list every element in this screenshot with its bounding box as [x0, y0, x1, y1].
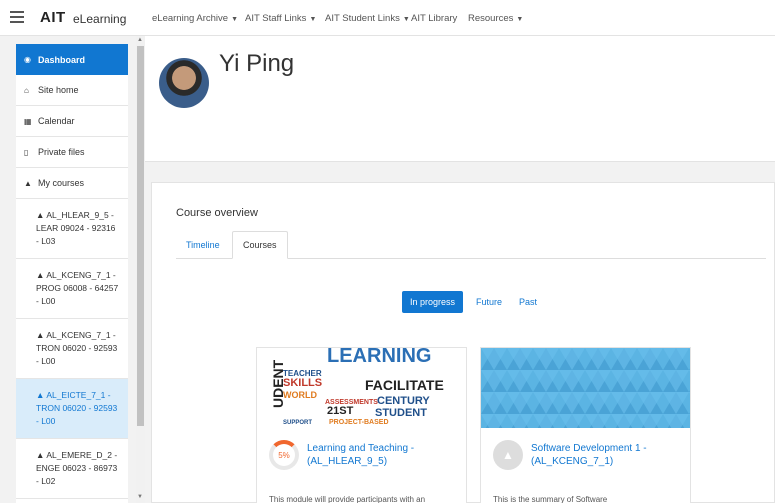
drawer-course-item[interactable]: ▲ AL_EMERE_D_2 - ENGE 06023 - 86973 - L0… — [16, 439, 128, 499]
drawer-course-item[interactable]: ▲ AL_HLEAR_9_5 - LEAR 09024 - 92316 - L0… — [16, 199, 128, 259]
calendar-icon: ▦ — [24, 116, 32, 126]
drawer-course-item[interactable]: ▲ AL_EICTE_7_1 - TRON 06020 - 92593 - L0… — [16, 379, 128, 439]
course-overview-block: Course overview Timeline Courses In prog… — [151, 182, 775, 503]
graduation-cap-icon: ▲ — [36, 450, 47, 460]
dashboard-icon: ◉ — [24, 55, 31, 64]
graduation-cap-icon: ▲ — [36, 270, 47, 280]
scrollbar-thumb[interactable] — [137, 46, 144, 426]
home-icon: ⌂ — [24, 85, 29, 95]
drawer-course-item[interactable]: ▲ AL_KCENG_7_1 - PROG 06008 - 64257 - L0… — [16, 259, 128, 319]
page-header: Yi Ping — [145, 36, 775, 162]
word-cloud-word: FACILITATE — [365, 377, 444, 393]
nav-drawer: ◉ Dashboard ⌂ Site home ▦ Calendar ▯ Private… — [16, 44, 128, 503]
overview-tabs: Timeline Courses — [176, 231, 766, 259]
drawer-scrollbar[interactable]: ▲ ▼ — [136, 36, 145, 503]
nav-menu-library[interactable]: AIT Library — [411, 13, 457, 24]
drawer-course-item[interactable]: ▲ AL_KCENG_7_1 - TRON 06020 - 92593 - L0… — [16, 319, 128, 379]
site-name[interactable]: eLearning — [73, 12, 126, 26]
drawer-item-site-home[interactable]: ⌂ Site home — [16, 75, 128, 106]
tab-timeline[interactable]: Timeline — [176, 231, 230, 259]
word-cloud-word: CENTURY — [377, 395, 430, 407]
filter-past[interactable]: Past — [511, 291, 545, 313]
graduation-cap-icon: ▲ — [36, 390, 47, 400]
nav-menu-staff-links[interactable]: AIT Staff Links ▼ — [245, 13, 316, 24]
block-title: Course overview — [176, 207, 258, 219]
top-navbar: AIT eLearning eLearning Archive ▼ AIT Sta… — [0, 0, 775, 36]
caret-down-icon: ▼ — [516, 16, 524, 23]
caret-down-icon: ▼ — [402, 16, 410, 23]
course-summary: This module will provide participants wi… — [269, 495, 426, 503]
scroll-down-arrow-icon[interactable]: ▼ — [137, 494, 143, 500]
word-cloud-word: SUPPORT — [283, 420, 312, 426]
tab-courses[interactable]: Courses — [232, 231, 288, 259]
caret-down-icon: ▼ — [231, 16, 238, 23]
nav-menu-student-links[interactable]: AIT Student Links ▼ — [325, 13, 410, 24]
nav-menu-resources[interactable]: Resources ▼ — [468, 13, 523, 24]
nav-menu-elearning-archive[interactable]: eLearning Archive ▼ — [152, 13, 238, 24]
course-card[interactable]: LEARNING UDENT TEACHER SKILLS FACILITATE… — [256, 347, 467, 503]
word-cloud-word: ASSESSMENTS — [325, 399, 378, 406]
course-name-link[interactable]: Learning and Teaching - (AL_HLEAR_9_5) — [307, 442, 462, 468]
graduation-cap-icon: ▲ — [36, 330, 47, 340]
course-name-link[interactable]: Software Development 1 - (AL_KCENG_7_1) — [531, 442, 686, 468]
word-cloud-word: PROJECT-BASED — [329, 419, 389, 426]
course-summary: This is the summary of Software — [493, 495, 608, 503]
drawer-item-private-files[interactable]: ▯ Private files — [16, 137, 128, 168]
filter-future[interactable]: Future — [468, 291, 510, 313]
graduation-cap-icon: ▲ — [36, 210, 47, 220]
word-cloud-word: LEARNING — [327, 348, 431, 367]
course-image-word-cloud: LEARNING UDENT TEACHER SKILLS FACILITATE… — [257, 348, 466, 428]
course-progress-label: 5% — [278, 450, 290, 460]
word-cloud-word: 21ST — [327, 405, 354, 417]
drawer-item-my-courses[interactable]: ▲ My courses — [16, 168, 128, 199]
drawer-item-calendar[interactable]: ▦ Calendar — [16, 106, 128, 137]
drawer-item-dashboard[interactable]: ◉ Dashboard — [16, 44, 128, 75]
scroll-up-arrow-icon[interactable]: ▲ — [137, 37, 143, 43]
course-card[interactable]: ▲ Software Development 1 - (AL_KCENG_7_1… — [480, 347, 691, 503]
course-image-pattern — [481, 348, 690, 428]
graduation-cap-icon: ▲ — [24, 178, 32, 188]
avatar[interactable] — [159, 58, 209, 108]
word-cloud-word: WORLD — [283, 390, 317, 400]
menu-toggle-icon[interactable] — [10, 11, 24, 25]
file-icon: ▯ — [24, 147, 29, 157]
filter-in-progress[interactable]: In progress — [402, 291, 464, 313]
word-cloud-word: STUDENT — [375, 407, 427, 419]
page-title: Yi Ping — [219, 50, 295, 77]
caret-down-icon: ▼ — [309, 16, 317, 23]
site-logo[interactable]: AIT — [40, 9, 66, 26]
graduation-cap-icon: ▲ — [493, 440, 523, 470]
word-cloud-word: SKILLS — [283, 377, 322, 389]
